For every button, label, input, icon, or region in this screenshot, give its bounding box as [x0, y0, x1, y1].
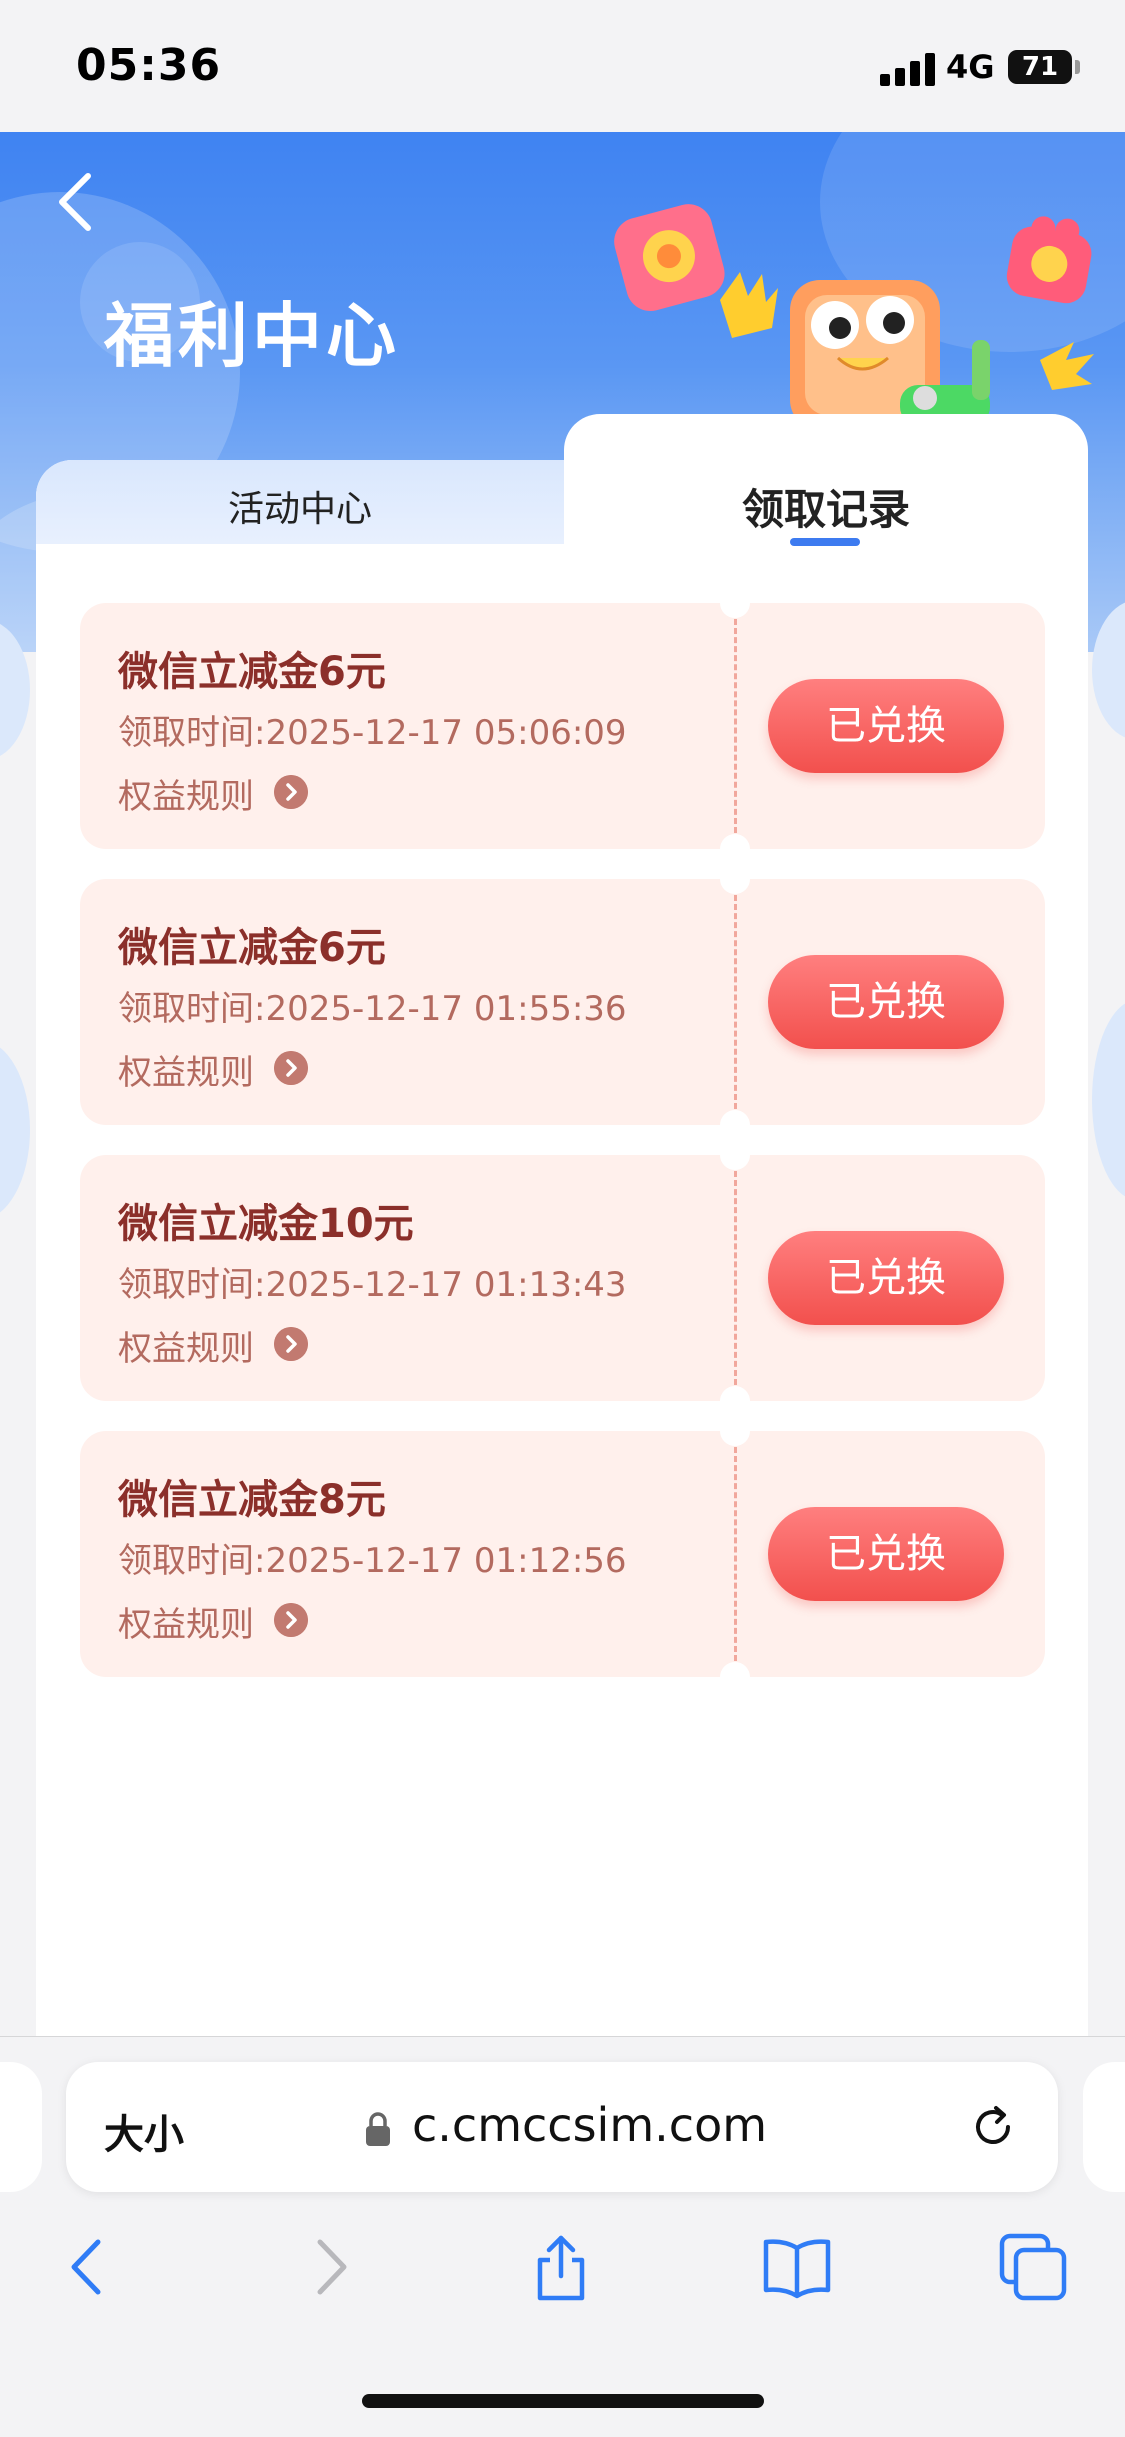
ticket-notch	[720, 1140, 750, 1170]
lock-icon	[366, 2112, 390, 2146]
rules-link[interactable]: 权益规则	[118, 1597, 254, 1646]
forward-icon[interactable]	[294, 2232, 364, 2302]
dashed-divider	[734, 895, 737, 1109]
battery-tip	[1075, 60, 1080, 74]
status-bar: 05:36 4G 71	[0, 0, 1125, 132]
text-size-button[interactable]: 大小	[104, 2102, 184, 2160]
reload-icon[interactable]	[966, 2100, 1020, 2154]
redeemed-button[interactable]: 已兑换	[768, 679, 1004, 773]
chevron-right-icon[interactable]	[274, 1051, 308, 1085]
chevron-right-icon[interactable]	[274, 1327, 308, 1361]
previous-tab-preview[interactable]	[0, 2062, 42, 2192]
coupon-card: 微信立减金6元 领取时间:2025-12-17 01:55:36 权益规则 已兑…	[80, 864, 1045, 1140]
mascot-illustration	[614, 204, 1094, 420]
ticket-notch	[720, 1416, 750, 1446]
coupon-title: 微信立减金8元	[118, 1477, 386, 1523]
tab-activity-center[interactable]: 活动中心	[36, 460, 564, 544]
tab-label: 活动中心	[227, 489, 372, 530]
home-indicator	[362, 2394, 764, 2408]
claim-time: 领取时间:2025-12-17 01:13:43	[118, 1265, 627, 1305]
rules-link[interactable]: 权益规则	[118, 1045, 254, 1094]
tab-label: 领取记录	[741, 485, 910, 534]
redeemed-button[interactable]: 已兑换	[768, 955, 1004, 1049]
coupon-title: 微信立减金6元	[118, 925, 386, 971]
chevron-right-icon[interactable]	[274, 1603, 308, 1637]
coupon-card: 微信立减金10元 领取时间:2025-12-17 01:13:43 权益规则 已…	[80, 1140, 1045, 1416]
active-tab-indicator	[790, 538, 860, 546]
chevron-right-icon[interactable]	[274, 775, 308, 809]
coupon-card: 微信立减金8元 领取时间:2025-12-17 01:12:56 权益规则 已兑…	[80, 1416, 1045, 1692]
battery-icon: 71	[1008, 50, 1072, 84]
signal-icon	[880, 52, 936, 86]
network-type: 4G	[946, 48, 995, 86]
next-tab-preview[interactable]	[1083, 2062, 1125, 2192]
dashed-divider	[734, 1447, 737, 1661]
back-icon[interactable]	[54, 2232, 124, 2302]
dashed-divider	[734, 1171, 737, 1385]
claim-time: 领取时间:2025-12-17 01:12:56	[118, 1541, 627, 1581]
rules-link[interactable]: 权益规则	[118, 769, 254, 818]
ticket-notch	[720, 1386, 750, 1416]
url-text[interactable]: c.cmccsim.com	[412, 2098, 767, 2152]
page-title: 福利中心	[104, 295, 400, 377]
ticket-notch	[720, 1662, 750, 1692]
status-time: 05:36	[76, 40, 222, 91]
share-icon[interactable]	[526, 2232, 596, 2302]
ticket-notch	[720, 588, 750, 618]
bookmarks-icon[interactable]	[762, 2232, 832, 2302]
tab-claim-records[interactable]: 领取记录	[564, 414, 1088, 546]
claim-time: 领取时间:2025-12-17 01:55:36	[118, 989, 627, 1029]
rules-link[interactable]: 权益规则	[118, 1321, 254, 1370]
back-arrow-icon[interactable]	[52, 170, 100, 234]
dashed-divider	[734, 619, 737, 833]
tabs-icon[interactable]	[998, 2232, 1068, 2302]
coupon-title: 微信立减金10元	[118, 1201, 414, 1247]
coupon-card: 微信立减金6元 领取时间:2025-12-17 05:06:09 权益规则 已兑…	[80, 588, 1045, 864]
redeemed-button[interactable]: 已兑换	[768, 1231, 1004, 1325]
claim-time: 领取时间:2025-12-17 05:06:09	[118, 713, 627, 753]
address-bar[interactable]: 大小 c.cmccsim.com	[66, 2062, 1058, 2192]
coupon-title: 微信立减金6元	[118, 649, 386, 695]
ticket-notch	[720, 864, 750, 894]
ticket-notch	[720, 1110, 750, 1140]
redeemed-button[interactable]: 已兑换	[768, 1507, 1004, 1601]
ticket-notch	[720, 834, 750, 864]
